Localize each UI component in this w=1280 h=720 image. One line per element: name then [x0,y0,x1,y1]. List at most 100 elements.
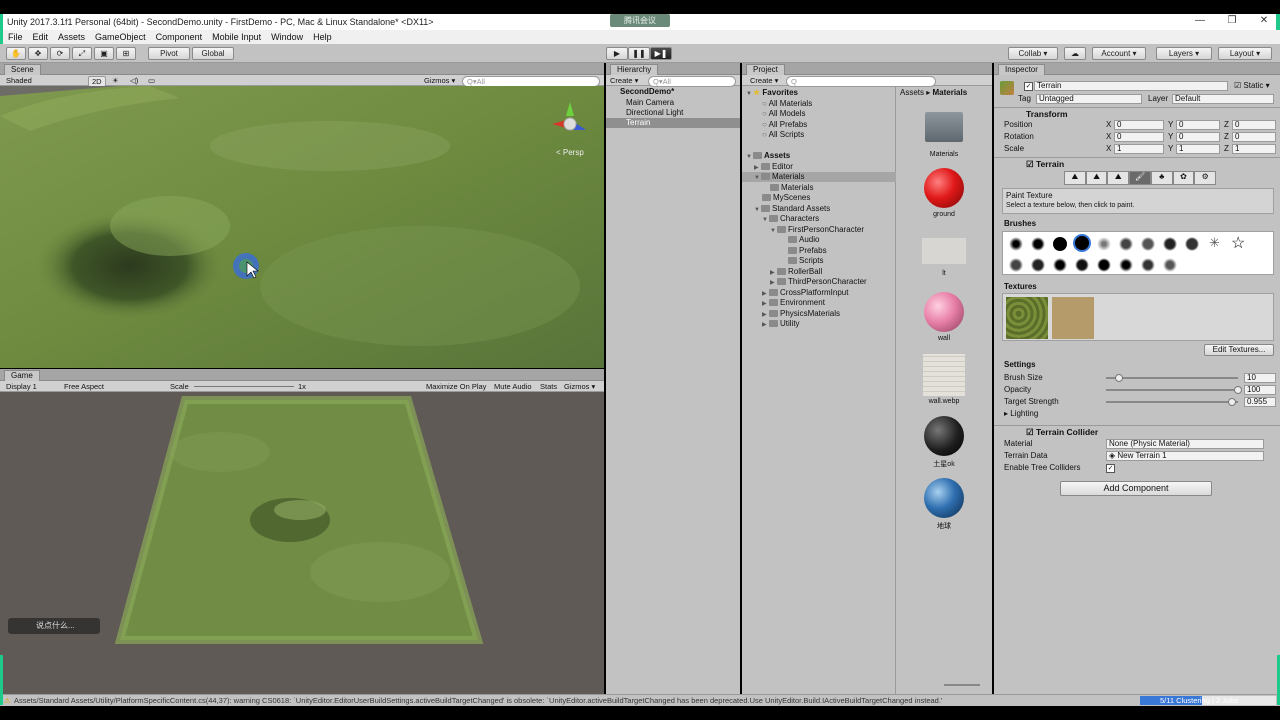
asset-dark-sphere[interactable]: 土星ok [922,416,966,469]
brush-size-slider-handle[interactable] [1115,374,1123,382]
layer-dropdown[interactable]: Default [1172,94,1274,104]
brush-icon[interactable] [1141,258,1155,272]
brush-size-field[interactable]: 10 [1244,373,1276,383]
tree-item-materials[interactable]: ▼ Materials [742,172,896,182]
hierarchy-create-dropdown[interactable]: Create ▾ [610,76,638,85]
account-dropdown[interactable]: Account ▾ [1092,47,1146,60]
transform-tool-icon[interactable]: ⊞ [116,47,136,60]
scene-viewport[interactable]: < Persp [0,86,604,368]
breadcrumb-assets[interactable]: Assets [900,88,924,97]
static-dropdown[interactable]: ☑ Static ▾ [1234,81,1270,91]
layout-dropdown[interactable]: Layout ▾ [1218,47,1272,60]
layers-dropdown[interactable]: Layers ▾ [1156,47,1212,60]
breadcrumb-materials[interactable]: Materials [932,88,967,97]
tree-item-materials-sub[interactable]: Materials [770,183,813,193]
brush-icon[interactable] [1141,237,1155,251]
menu-assets[interactable]: Assets [53,31,90,44]
tree-item-characters[interactable]: ▼ Characters [762,214,819,224]
asset-wall-webp[interactable]: wall.webp [922,354,966,405]
brush-icon[interactable] [1031,237,1045,251]
maximize-on-play-toggle[interactable]: Maximize On Play [426,382,486,391]
tree-item-myscenes[interactable]: MyScenes [762,193,810,203]
position-z-field[interactable]: 0 [1232,120,1276,130]
tree-item-prefabs[interactable]: Prefabs [788,246,827,256]
scene-gizmos-dropdown[interactable]: Gizmos ▾ [424,76,455,85]
tab-scene[interactable]: Scene [4,64,41,75]
dirt-texture-swatch[interactable] [1052,297,1094,339]
effects-toggle-icon[interactable]: ▭ [148,76,155,85]
tab-inspector[interactable]: Inspector [998,64,1045,75]
tree-colliders-checkbox[interactable]: ✓ [1106,464,1115,473]
project-create-dropdown[interactable]: Create ▾ [750,76,778,85]
menu-mobile-input[interactable]: Mobile Input [207,31,266,44]
tree-item-physicsmaterials[interactable]: ▶ PhysicsMaterials [762,309,840,319]
play-button[interactable]: ▶ [606,47,628,60]
terrain-header[interactable]: ☑ Terrain [994,157,1280,169]
lighting-foldout[interactable]: ▸ Lighting [1004,409,1038,419]
chat-input[interactable]: 说点什么... [8,618,100,634]
tree-item-editor[interactable]: ▶ Editor [754,162,793,172]
favorite-all-prefabs[interactable]: ○ All Prefabs [762,120,807,130]
menu-component[interactable]: Component [151,31,208,44]
hand-tool-icon[interactable]: ✋ [6,47,26,60]
brush-icon[interactable]: ✳ [1209,235,1220,251]
paint-texture-icon[interactable]: 🖌 [1129,171,1151,185]
terrain-settings-icon[interactable]: ⚙ [1194,171,1217,185]
hierarchy-scene-root[interactable]: SecondDemo* [606,87,740,97]
aspect-dropdown[interactable]: Free Aspect [64,382,104,391]
brush-icon[interactable] [1185,237,1199,251]
tree-item-thirdpersoncharacter[interactable]: ▶ ThirdPersonCharacter [770,277,867,287]
asset-wall[interactable]: wall [922,292,966,342]
brush-icon[interactable] [1031,258,1045,272]
asset-ground[interactable]: ground [922,168,966,218]
grass-texture-swatch[interactable] [1006,297,1048,339]
texture-palette[interactable] [1002,293,1274,341]
target-strength-field[interactable]: 0.955 [1244,397,1276,407]
menu-file[interactable]: File [3,31,28,44]
audio-toggle-icon[interactable]: ◁) [130,76,138,85]
display-dropdown[interactable]: Display 1 [6,382,37,391]
brush-icon[interactable] [1119,237,1133,251]
brush-icon[interactable] [1163,258,1177,272]
brush-size-slider[interactable] [1106,377,1238,379]
add-component-button[interactable]: Add Component [1060,481,1212,496]
thumbnail-size-slider[interactable] [944,684,980,686]
hierarchy-item-directional-light[interactable]: Directional Light [606,108,740,118]
brush-icon[interactable] [1097,258,1111,272]
global-toggle[interactable]: Global [192,47,234,60]
hierarchy-search-input[interactable]: Q▾All [648,76,736,87]
tab-game[interactable]: Game [4,370,40,381]
place-trees-icon[interactable]: ♣ [1150,171,1173,185]
brush-icon[interactable] [1163,237,1177,251]
terrain-collider-header[interactable]: ☑ Terrain Collider [994,425,1280,437]
cloud-icon[interactable]: ☁ [1064,47,1086,60]
position-y-field[interactable]: 0 [1176,120,1220,130]
maximize-button[interactable]: ❐ [1216,14,1248,30]
paint-height-icon[interactable]: ⛰ [1085,171,1108,185]
lighting-toggle-icon[interactable]: ☀ [112,76,119,85]
tree-item-firstpersoncharacter[interactable]: ▼ FirstPersonCharacter [770,225,864,235]
opacity-field[interactable]: 100 [1244,385,1276,395]
game-viewport[interactable]: 说点什么... [0,392,604,694]
stats-toggle[interactable]: Stats [540,382,557,391]
rect-tool-icon[interactable]: ▣ [94,47,114,60]
console-message[interactable]: Assets/Standard Assets/Utility/PlatformS… [14,695,1134,706]
minimize-button[interactable]: — [1184,14,1216,30]
brush-icon-selected[interactable] [1075,236,1089,250]
tab-hierarchy[interactable]: Hierarchy [610,64,659,75]
tree-item-utility[interactable]: ▶ Utility [762,319,800,329]
scale-x-field[interactable]: 1 [1114,144,1164,154]
collider-material-field[interactable]: None (Physic Material) [1106,439,1264,449]
opacity-slider-handle[interactable] [1234,386,1242,394]
mute-audio-toggle[interactable]: Mute Audio [494,382,532,391]
raise-terrain-icon[interactable]: ⛰ [1064,171,1086,185]
scale-slider[interactable] [194,386,294,387]
brush-icon[interactable] [1097,237,1111,251]
brush-icon[interactable] [1009,258,1023,272]
tree-item-scripts[interactable]: Scripts [788,256,823,266]
target-strength-slider-handle[interactable] [1228,398,1236,406]
menu-edit[interactable]: Edit [28,31,54,44]
pivot-toggle[interactable]: Pivot [148,47,190,60]
favorite-all-models[interactable]: ○ All Models [762,109,806,119]
tab-project[interactable]: Project [746,64,785,75]
